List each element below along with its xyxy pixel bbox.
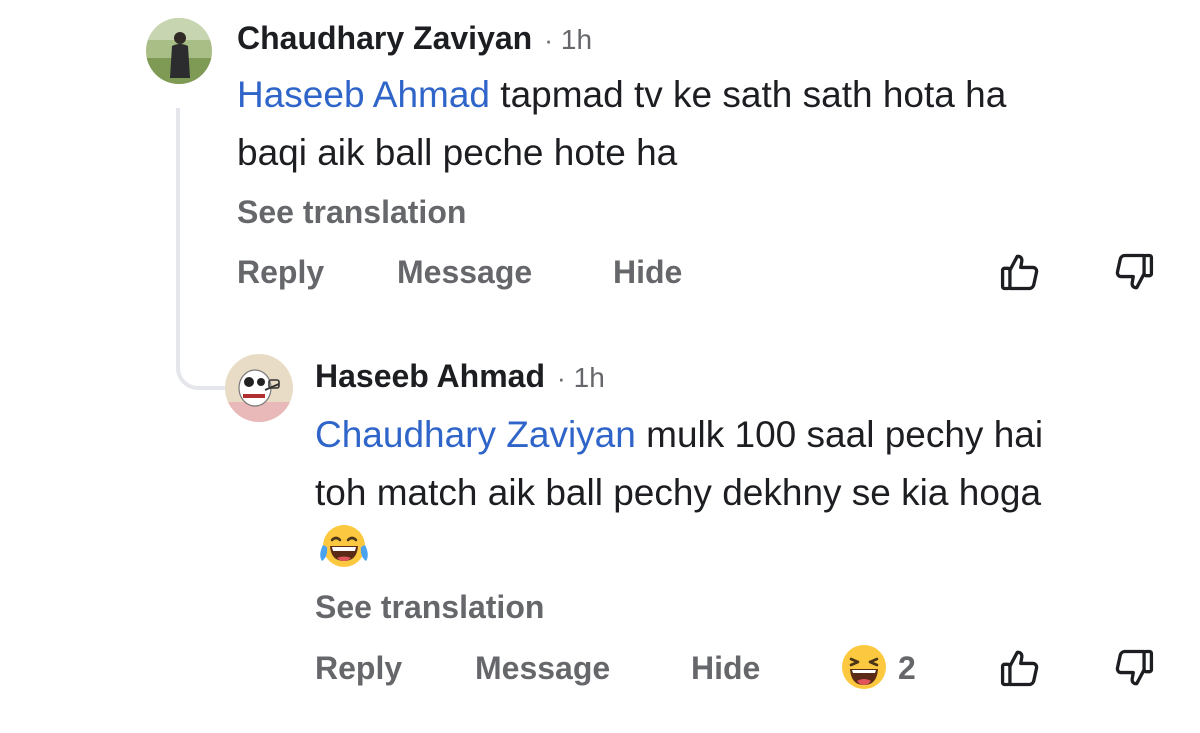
comment-body: Chaudhary Zaviyan mulk 100 saal pechy ha… [315, 406, 1195, 522]
reaction-count[interactable]: 2 [898, 650, 916, 687]
see-translation-link[interactable]: See translation [315, 589, 544, 626]
comment-author[interactable]: Haseeb Ahmad [315, 358, 545, 395]
comment-header: Haseeb Ahmad · 1h [315, 358, 605, 395]
comment-header: Chaudhary Zaviyan · 1h [237, 20, 592, 57]
hide-button[interactable]: Hide [613, 254, 682, 291]
thumbs-down-icon[interactable] [1112, 250, 1156, 299]
separator-dot: · [557, 363, 566, 393]
message-button[interactable]: Message [397, 254, 532, 291]
see-translation-link[interactable]: See translation [237, 194, 466, 231]
comment-text-line: baqi aik ball peche hote ha [237, 132, 678, 173]
hide-button[interactable]: Hide [691, 650, 760, 687]
haha-reaction-icon[interactable] [839, 642, 889, 697]
thumbs-up-icon[interactable] [998, 250, 1042, 299]
comment-body: Haseeb Ahmad tapmad tv ke sath sath hota… [237, 66, 1117, 182]
comment-text-line: mulk 100 saal pechy hai [646, 414, 1044, 455]
thumbs-up-icon[interactable] [998, 646, 1042, 695]
comment-timestamp[interactable]: 1h [574, 362, 605, 394]
comment-text-line: toh match aik ball pechy dekhny se kia h… [315, 472, 1042, 513]
laughing-with-tears-emoji-icon [317, 521, 371, 576]
thumbs-down-icon[interactable] [1112, 646, 1156, 695]
mention-link[interactable]: Chaudhary Zaviyan [315, 414, 636, 455]
comment-timestamp[interactable]: 1h [561, 24, 592, 56]
separator-dot: · [544, 25, 553, 55]
message-button[interactable]: Message [475, 650, 610, 687]
reply-button[interactable]: Reply [237, 254, 324, 291]
comment-text-line: tapmad tv ke sath sath hota ha [500, 74, 1007, 115]
avatar-chaudhary-zaviyan[interactable] [146, 18, 212, 84]
mention-link[interactable]: Haseeb Ahmad [237, 74, 490, 115]
thread-connector-line [176, 108, 228, 390]
avatar-haseeb-ahmad[interactable] [225, 354, 293, 422]
reply-button[interactable]: Reply [315, 650, 402, 687]
comment-author[interactable]: Chaudhary Zaviyan [237, 20, 532, 57]
